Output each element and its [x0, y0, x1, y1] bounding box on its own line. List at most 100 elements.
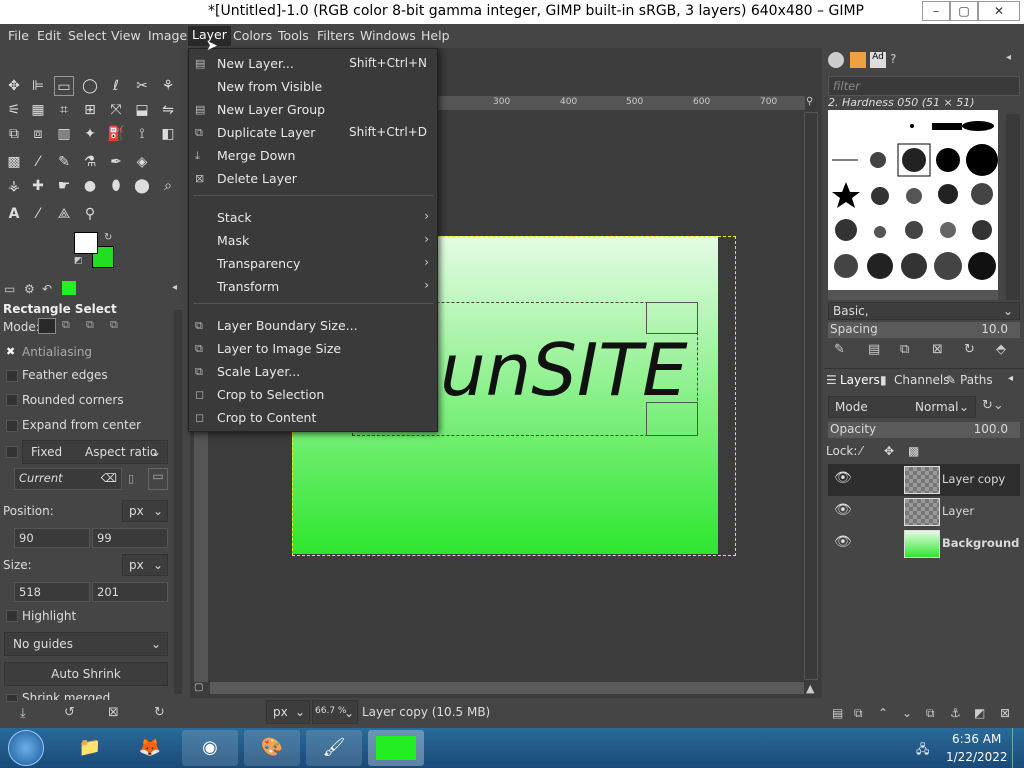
paths-tab-icon[interactable]: ✎ [946, 373, 956, 387]
tab-layers[interactable]: Layers [840, 373, 880, 387]
zoom-tool-icon[interactable]: ⚲ [80, 204, 100, 224]
channels-tab-icon[interactable]: ▮ [880, 373, 887, 387]
delete-brush-icon[interactable]: ⊠ [932, 342, 943, 357]
file-explorer-icon[interactable]: 📁 [62, 730, 118, 766]
menu-item-stack[interactable]: Stack [217, 210, 252, 225]
zoom-dropdown[interactable]: 66.7 % ⌄ [312, 700, 358, 724]
feather-checkbox[interactable] [6, 370, 18, 382]
lock-alpha-icon[interactable]: ▩ [908, 444, 919, 458]
foreground-color-swatch[interactable] [74, 232, 98, 254]
paint-icon[interactable]: 🎨 [244, 730, 300, 766]
edit-brush-icon[interactable]: ✎ [834, 342, 845, 357]
dodge-tool-icon[interactable]: ⬮ [106, 176, 126, 196]
ink-tool-icon[interactable]: ✒ [106, 152, 126, 172]
show-desktop-button[interactable] [1012, 728, 1024, 768]
path-tool-icon[interactable]: ⟟ [132, 124, 152, 144]
refresh-brushes-icon[interactable]: ↻ [964, 342, 975, 357]
menu-tools[interactable]: Tools [278, 28, 309, 43]
gimp-window-thumbnail[interactable] [368, 730, 424, 766]
fonts-tab-icon[interactable]: Ad [870, 52, 886, 68]
menu-filters[interactable]: Filters [317, 28, 354, 43]
mode-reset-icon[interactable]: ↻⌄ [982, 398, 1004, 413]
lock-pixels-icon[interactable]: ⁄ [860, 444, 862, 458]
foreground-select-tool-icon[interactable]: ⚘ [158, 76, 178, 96]
default-colors-icon[interactable]: ◩ [74, 256, 83, 266]
gimp-icon[interactable]: 🖌 [306, 730, 362, 766]
network-icon[interactable]: 🖧 [916, 740, 929, 761]
move-tool-icon[interactable]: ✥ [4, 76, 24, 96]
menu-edit[interactable]: Edit [37, 28, 61, 43]
new-layer-group-icon[interactable]: ⧉ [854, 706, 863, 721]
help-tab-icon[interactable]: ? [890, 52, 906, 68]
menu-view[interactable]: View [111, 28, 141, 43]
pattern-tool-icon[interactable]: ▩ [4, 152, 24, 172]
lower-layer-icon[interactable]: ⌄ [902, 706, 912, 720]
unified-transform-tool-icon[interactable]: ⊞ [80, 100, 100, 120]
open-brush-icon[interactable]: ⬘ [996, 342, 1006, 357]
fuzzy-select-tool-icon[interactable]: ⚟ [4, 100, 24, 120]
aspect-current-input[interactable]: Current ⌫ [14, 468, 122, 490]
save-options-icon[interactable]: ⤓ [20, 706, 26, 721]
menu-help[interactable]: Help [421, 28, 450, 43]
opacity-slider[interactable]: Opacity 100.0 [828, 422, 1020, 438]
duplicate-layer-icon[interactable]: ⧉ [926, 706, 935, 721]
landscape-icon[interactable]: ▭ [148, 468, 168, 490]
mode-intersect-icon[interactable]: ⧉ [110, 318, 128, 334]
position-x-input[interactable]: 90 [14, 528, 90, 548]
patterns-tab-icon[interactable] [850, 52, 866, 68]
close-button[interactable]: ✕ [978, 1, 1020, 21]
blend-tool-icon[interactable]: ◧ [158, 124, 178, 144]
firefox-icon[interactable]: 🦊 [122, 730, 178, 766]
clock-date[interactable]: 1/22/2022 [946, 750, 1008, 764]
zoom-fit-icon[interactable]: ⚲ [806, 96, 820, 110]
rounded-checkbox[interactable] [6, 394, 18, 406]
tool-options-tab-icon[interactable]: ▭ [4, 282, 15, 296]
layer-row-layer[interactable]: 👁 Layer [828, 496, 1020, 528]
layer-row-background[interactable]: 👁 Background [828, 528, 1020, 560]
heal-tool-icon[interactable]: ✚ [28, 176, 48, 196]
chrome-icon[interactable]: ◉ [182, 730, 238, 766]
menu-file[interactable]: File [8, 28, 29, 43]
layer-mode-dropdown[interactable]: Mode Normal ⌄ [828, 396, 976, 418]
restore-options-icon[interactable]: ↺ [64, 705, 75, 720]
paintbrush-tool-icon[interactable]: ⁄ [28, 152, 48, 172]
visibility-eye-icon[interactable]: 👁 [834, 470, 852, 486]
menu-item-crop-to-selection[interactable]: Crop to Selection [217, 387, 324, 402]
lock-position-icon[interactable]: ✥ [884, 444, 894, 458]
menu-item-mask[interactable]: Mask [217, 233, 249, 248]
size-height-input[interactable]: 201 [92, 582, 168, 602]
scissors-tool-icon[interactable]: ✂ [132, 76, 152, 96]
color-picker-tool-icon[interactable]: ⁄ [28, 204, 48, 224]
start-button[interactable] [8, 730, 44, 766]
free-select-tool-icon[interactable]: ℓ [106, 76, 126, 96]
highlight-checkbox[interactable] [6, 610, 18, 622]
new-brush-icon[interactable]: ▤ [868, 342, 880, 357]
horizontal-scrollbar[interactable] [210, 682, 804, 694]
menu-item-new-layer-group[interactable]: New Layer Group [217, 102, 325, 117]
by-color-tool-icon[interactable]: ▦ [28, 100, 48, 120]
layer-row-layer-copy[interactable]: 👁 Layer copy [828, 464, 1020, 496]
visibility-eye-icon[interactable]: 👁 [834, 534, 852, 550]
guides-dropdown[interactable]: No guides ⌄ [4, 632, 168, 656]
clock-time[interactable]: 6:36 AM [952, 732, 1001, 746]
menu-select[interactable]: Select [68, 28, 107, 43]
eraser-tool-icon[interactable]: ◈ [132, 152, 152, 172]
align-tool-icon[interactable]: ⊫ [28, 76, 48, 96]
measure-tool-icon[interactable]: ⟁ [54, 204, 74, 224]
tool-options-scrollbar[interactable] [174, 310, 182, 694]
selection-handle-tr[interactable] [646, 302, 698, 334]
images-tab-icon[interactable] [62, 281, 76, 295]
visibility-eye-icon[interactable]: 👁 [834, 502, 852, 518]
position-unit-dropdown[interactable]: px ⌄ [122, 500, 168, 522]
minimize-button[interactable]: – [922, 1, 950, 21]
tab-paths[interactable]: Paths [960, 373, 993, 387]
position-y-input[interactable]: 99 [92, 528, 168, 548]
layer-mask-icon[interactable]: ◩ [974, 706, 985, 720]
vertical-scrollbar[interactable] [804, 112, 818, 680]
brush-filter-input[interactable]: filter [828, 76, 1020, 96]
selection-handle-br[interactable] [646, 402, 698, 436]
pencil-tool-icon[interactable]: ✎ [54, 152, 74, 172]
portrait-icon[interactable]: ▯ [128, 472, 134, 485]
mode-subtract-icon[interactable]: ⧉ [86, 318, 104, 334]
menu-item-crop-to-content[interactable]: Crop to Content [217, 410, 316, 425]
